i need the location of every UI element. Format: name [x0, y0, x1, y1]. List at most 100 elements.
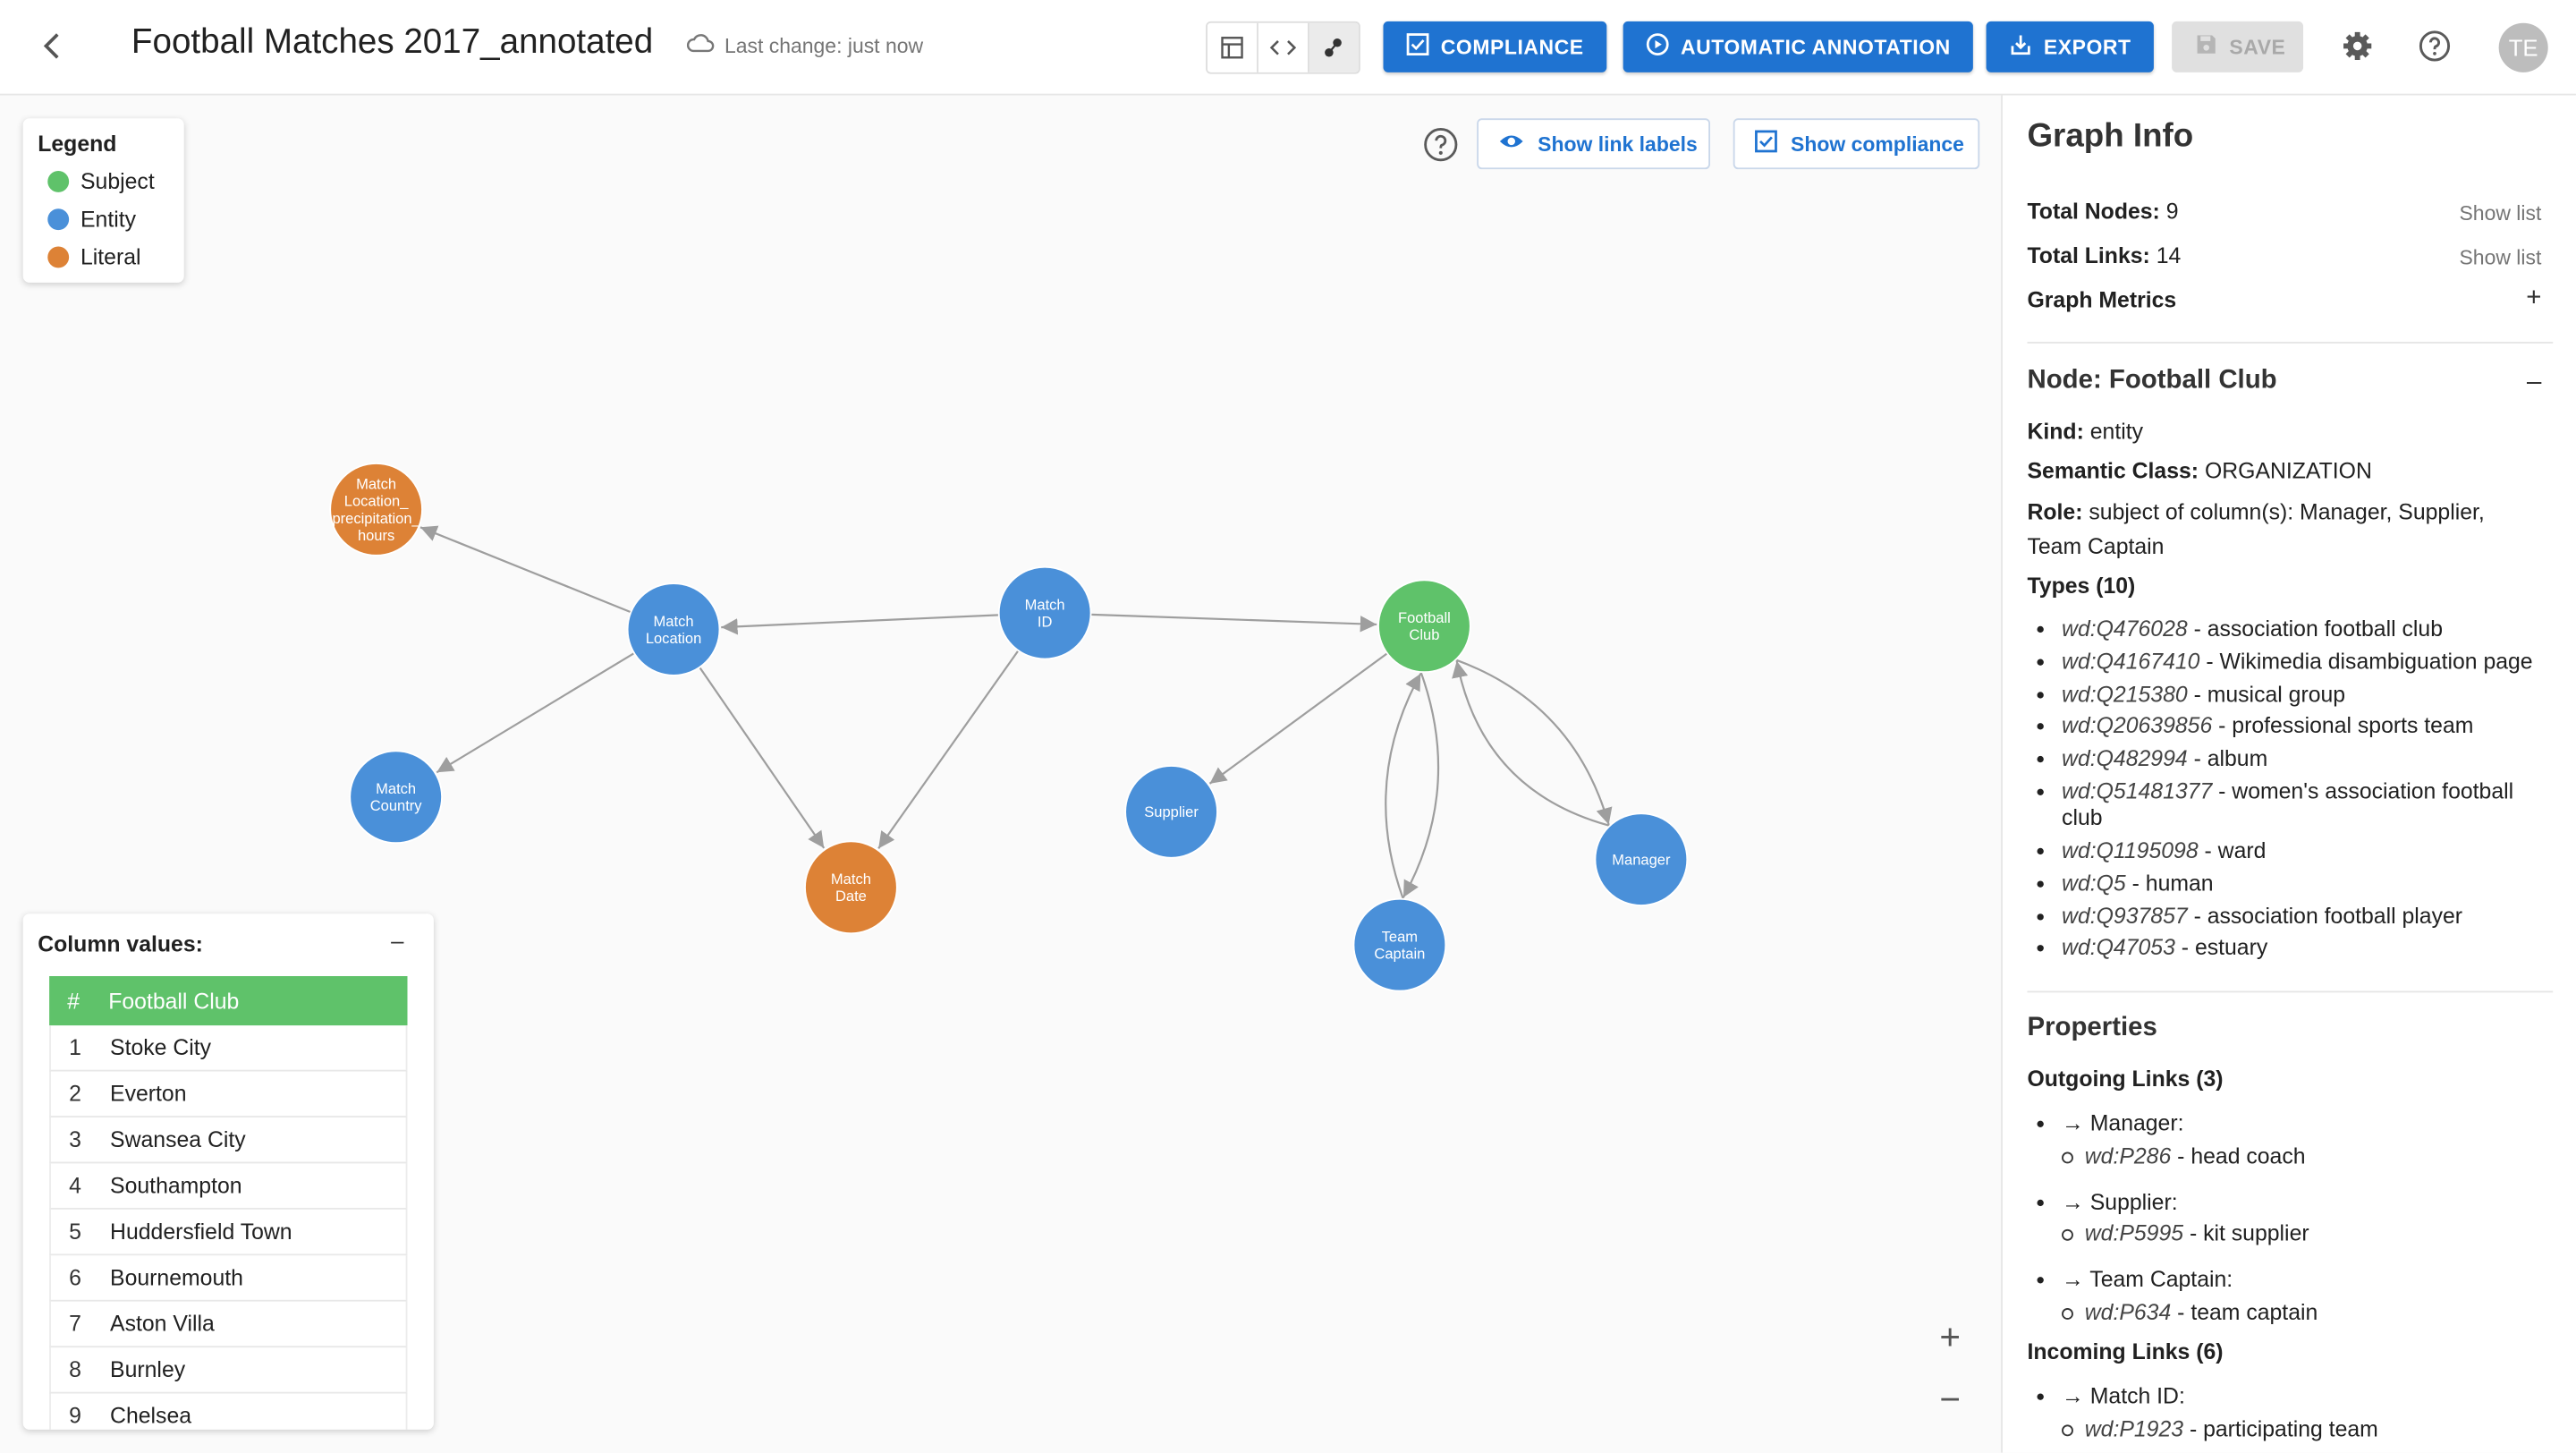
- divider: [2027, 342, 2554, 344]
- gear-icon[interactable]: [2338, 26, 2377, 65]
- automatic-annotation-button[interactable]: AUTOMATIC ANNOTATION: [1623, 21, 1974, 72]
- node-label: Football: [1398, 609, 1451, 626]
- list-item: wd:Q20639856 - professional sports team: [2062, 710, 2533, 743]
- list-item: wd:Q215380 - musical group: [2062, 678, 2533, 710]
- divider: [2027, 990, 2554, 993]
- node-semantic-class: Semantic Class: ORGANIZATION: [2027, 458, 2372, 483]
- user-avatar[interactable]: TE: [2498, 22, 2548, 72]
- types-list: wd:Q476028 - association football club w…: [2036, 613, 2533, 964]
- graph-metrics-header[interactable]: Graph Metrics: [2027, 287, 2176, 312]
- show-links-list-link[interactable]: Show list: [2459, 247, 2541, 270]
- save-button[interactable]: SAVE: [2172, 21, 2304, 72]
- table-row[interactable]: 4 Southampton: [49, 1163, 408, 1210]
- compliance-button[interactable]: COMPLIANCE: [1383, 21, 1607, 72]
- node-label: Location: [646, 630, 701, 647]
- graph-node-match-id[interactable]: MatchID: [997, 565, 1092, 660]
- page-title: Football Matches 2017_annotated: [131, 22, 654, 61]
- graph-link[interactable]: [1452, 660, 1611, 827]
- back-arrow-icon[interactable]: [33, 26, 72, 65]
- view-toggle: [1206, 21, 1360, 74]
- legend-item-subject: Subject: [47, 169, 155, 194]
- graph-node-match-country[interactable]: MatchCountry: [349, 750, 443, 845]
- properties-title: Properties: [2027, 1014, 2157, 1042]
- graph-link[interactable]: [1208, 652, 1388, 785]
- app-header: Football Matches 2017_annotated Last cha…: [0, 0, 2576, 96]
- table-row[interactable]: 3 Swansea City: [49, 1117, 408, 1164]
- table-row[interactable]: 1 Stoke City: [49, 1025, 408, 1072]
- total-nodes: Total Nodes: 9: [2027, 199, 2179, 224]
- types-title: Types (10): [2027, 574, 2136, 599]
- checkbox-icon: [1406, 33, 1429, 61]
- legend-item-literal: Literal: [47, 245, 141, 269]
- node-role: Role: subject of column(s): Manager, Sup…: [2027, 499, 2485, 524]
- table-row[interactable]: 2 Everton: [49, 1071, 408, 1117]
- graph-help-icon[interactable]: [1423, 126, 1459, 162]
- graph-node-match-location[interactable]: MatchLocation: [626, 582, 721, 676]
- list-item: wd:Q51481377 - women's association footb…: [2062, 776, 2533, 835]
- legend-dot: [47, 171, 70, 192]
- outgoing-links-list: → Manager: wd:P286 - head coach → Suppli…: [2036, 1108, 2318, 1330]
- graph-link[interactable]: [1402, 671, 1440, 898]
- checkbox-icon: [1755, 130, 1778, 157]
- zoom-in-button[interactable]: +: [1934, 1316, 1967, 1357]
- node-title: Node: Football Club: [2027, 366, 2277, 395]
- column-values-title: Column values:: [38, 931, 203, 956]
- table-view-icon[interactable]: [1207, 22, 1258, 72]
- graph-node-football-club[interactable]: FootballClub: [1377, 579, 1471, 674]
- show-compliance-button[interactable]: Show compliance: [1733, 118, 1980, 170]
- graph-node-team-captain[interactable]: TeamCaptain: [1352, 897, 1447, 992]
- legend-item-entity: Entity: [47, 207, 136, 232]
- node-kind: Kind: entity: [2027, 419, 2144, 444]
- list-item: wd:Q4167410 - Wikimedia disambiguation p…: [2062, 645, 2533, 677]
- node-label: Match: [1025, 596, 1065, 613]
- graph-node-manager[interactable]: Manager: [1594, 812, 1689, 906]
- node-label: hours: [358, 527, 394, 544]
- eye-icon: [1498, 132, 1524, 157]
- collapse-button[interactable]: –: [391, 927, 403, 953]
- node-label: Date: [835, 888, 867, 905]
- graph-link[interactable]: [721, 614, 999, 635]
- graph-node-loc-precip[interactable]: MatchLocation_precipitation_hours: [329, 463, 423, 557]
- export-button[interactable]: EXPORT: [1986, 21, 2155, 72]
- node-label: precipitation_: [332, 510, 420, 527]
- node-label: Match: [376, 780, 416, 797]
- node-label: Match: [356, 476, 396, 493]
- graph-link[interactable]: [1455, 659, 1613, 825]
- table-row[interactable]: 7 Aston Villa: [49, 1301, 408, 1348]
- graph-link[interactable]: [419, 525, 631, 614]
- node-label: Country: [370, 797, 423, 814]
- list-item: → Match ID: wd:P1923 - participating tea…: [2062, 1381, 2378, 1446]
- incoming-links-title: Incoming Links (6): [2027, 1338, 2224, 1364]
- cloud-icon: [686, 33, 715, 58]
- node-label: Team: [1382, 928, 1418, 945]
- table-row[interactable]: 8 Burnley: [49, 1347, 408, 1394]
- zoom-out-button[interactable]: −: [1934, 1379, 1967, 1420]
- graph-info-panel: Graph Info Total Nodes: 9 Show list Tota…: [2001, 95, 2576, 1453]
- incoming-links-list: → Match ID: wd:P1923 - participating tea…: [2036, 1381, 2378, 1446]
- play-circle-icon: [1646, 33, 1669, 61]
- graph-link[interactable]: [877, 650, 1020, 849]
- last-change-text: Last change: just now: [724, 33, 924, 57]
- graph-node-supplier[interactable]: Supplier: [1124, 764, 1218, 859]
- graph-node-match-date[interactable]: MatchDate: [804, 840, 898, 935]
- table-row[interactable]: 6 Bournemouth: [49, 1255, 408, 1302]
- graph-view-icon[interactable]: [1309, 22, 1359, 72]
- table-row[interactable]: 9 Chelsea: [49, 1393, 408, 1430]
- graph-link[interactable]: [436, 652, 635, 774]
- list-item: → Team Captain: wd:P634 - team captain: [2062, 1264, 2318, 1330]
- code-view-icon[interactable]: [1258, 22, 1309, 72]
- export-icon: [2009, 33, 2032, 61]
- graph-link[interactable]: [699, 667, 826, 849]
- graph-link[interactable]: [1090, 613, 1377, 633]
- list-item: wd:Q47053 - estuary: [2062, 932, 2533, 964]
- help-icon[interactable]: [2415, 26, 2454, 65]
- expand-metrics-button[interactable]: +: [2526, 285, 2541, 314]
- column-values-panel: Column values: – # Football Club 1 Stoke …: [22, 913, 434, 1430]
- graph-link[interactable]: [1385, 673, 1422, 900]
- show-link-labels-button[interactable]: Show link labels: [1477, 118, 1711, 170]
- show-nodes-list-link[interactable]: Show list: [2459, 202, 2541, 225]
- node-label: Club: [1409, 626, 1439, 643]
- table-row[interactable]: 5 Huddersfield Town: [49, 1209, 408, 1256]
- collapse-node-button[interactable]: –: [2527, 368, 2541, 397]
- node-label: Match: [831, 871, 871, 888]
